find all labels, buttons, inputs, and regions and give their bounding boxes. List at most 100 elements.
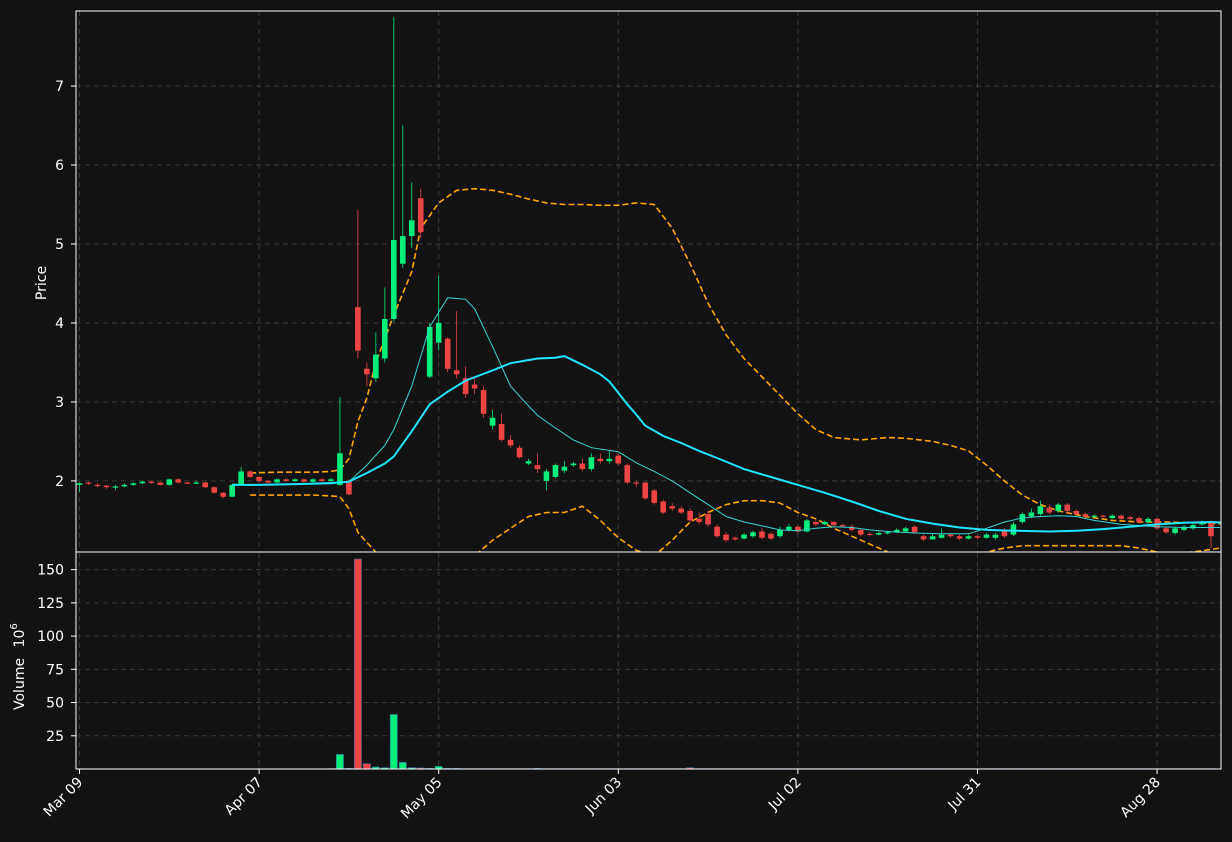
stock-candlestick-chart: 234567 255075100125150 Mar 09 Apr 07 May 0…	[0, 0, 1232, 842]
candle-down	[651, 490, 658, 504]
volume-tick-label: 150	[37, 563, 64, 579]
volume-bar	[353, 558, 362, 769]
candle-up	[399, 236, 406, 264]
candle-up	[992, 534, 999, 538]
volume-bar	[362, 763, 371, 769]
candle-up	[786, 526, 792, 530]
candle-up	[929, 536, 936, 540]
candle-down	[705, 514, 711, 525]
candle-down	[471, 384, 478, 389]
candle-up	[884, 532, 891, 534]
price-tick-label: 4	[55, 316, 64, 332]
candle-up	[606, 458, 613, 462]
candle-up	[570, 463, 577, 466]
candle-up	[310, 479, 316, 482]
candle-down	[714, 526, 720, 537]
candle-down	[247, 471, 253, 477]
candle-up	[229, 484, 235, 497]
candle-up	[408, 220, 415, 237]
candle-up	[130, 483, 137, 485]
candle-down	[283, 479, 289, 481]
volume-tick-label: 25	[46, 729, 64, 745]
candle-down	[956, 536, 963, 539]
candle-down	[148, 481, 155, 483]
candle-up	[139, 481, 146, 484]
candle-up	[193, 482, 200, 484]
candle-up	[292, 479, 298, 481]
candle-down	[175, 479, 182, 483]
candle-up	[750, 532, 756, 537]
candle-down	[202, 482, 209, 488]
candle-up	[373, 354, 379, 379]
candle-down	[516, 447, 523, 458]
candle-down	[1073, 510, 1080, 515]
candle-up	[1109, 515, 1115, 519]
candle-down	[1082, 514, 1089, 517]
candle-up	[166, 479, 173, 485]
candle-down	[597, 458, 604, 462]
candle-down	[319, 479, 325, 481]
candle-down	[732, 537, 738, 540]
candle-down	[301, 479, 307, 482]
candle-down	[103, 485, 110, 488]
candle-up	[561, 466, 568, 471]
candle-down	[1046, 507, 1053, 513]
candle-down	[660, 501, 666, 513]
candle-up	[112, 486, 119, 488]
volume-axis-label: Volume 106	[9, 623, 28, 710]
candle-down	[1208, 521, 1214, 537]
candle-down	[184, 482, 191, 484]
volume-tick-label: 125	[37, 596, 64, 612]
candle-down	[813, 521, 819, 525]
candle-down	[696, 518, 702, 522]
volume-axis-label-text: Volume	[12, 658, 28, 710]
candle-down	[1163, 528, 1169, 533]
candle-down	[840, 525, 846, 527]
candle-up	[382, 319, 388, 359]
price-tick-label: 3	[55, 395, 64, 411]
candle-down	[624, 465, 631, 483]
candle-down	[346, 480, 352, 495]
candle-up	[337, 453, 343, 485]
candle-down	[498, 424, 505, 440]
candle-down	[157, 482, 164, 485]
candle-up	[1172, 528, 1178, 534]
candle-up	[741, 534, 747, 539]
candle-down	[633, 482, 640, 484]
candle-down	[507, 439, 514, 446]
candle-down	[1118, 515, 1124, 519]
candle-down	[974, 536, 981, 538]
candle-down	[579, 463, 586, 470]
price-tick-label: 7	[55, 79, 64, 95]
candle-down	[1064, 504, 1071, 511]
candle-down	[355, 307, 361, 351]
candle-down	[480, 390, 487, 414]
candle-up	[1145, 518, 1151, 522]
candle-down	[220, 492, 226, 497]
candle-up	[552, 465, 559, 477]
volume-bar	[336, 754, 344, 769]
price-tick-label: 2	[55, 474, 64, 490]
candle-up	[965, 536, 972, 539]
candle-down	[85, 482, 92, 484]
candle-down	[265, 480, 271, 483]
candle-up	[875, 533, 882, 535]
candle-up	[391, 240, 397, 320]
candle-up	[1010, 524, 1017, 535]
candle-up	[1028, 512, 1035, 517]
candle-up	[588, 457, 595, 470]
candle-up	[525, 461, 532, 464]
candle-down	[1100, 515, 1107, 517]
candle-down	[687, 510, 693, 521]
candle-down	[417, 198, 424, 233]
candle-up	[1037, 506, 1044, 515]
candle-up	[328, 479, 334, 481]
price-tick-label: 5	[55, 237, 64, 253]
candle-up	[938, 534, 945, 538]
candle-down	[723, 534, 729, 541]
candle-down	[615, 455, 622, 464]
candle-up	[1091, 515, 1098, 517]
candle-up	[543, 471, 550, 481]
candle-down	[768, 533, 774, 539]
candle-down	[920, 536, 927, 540]
